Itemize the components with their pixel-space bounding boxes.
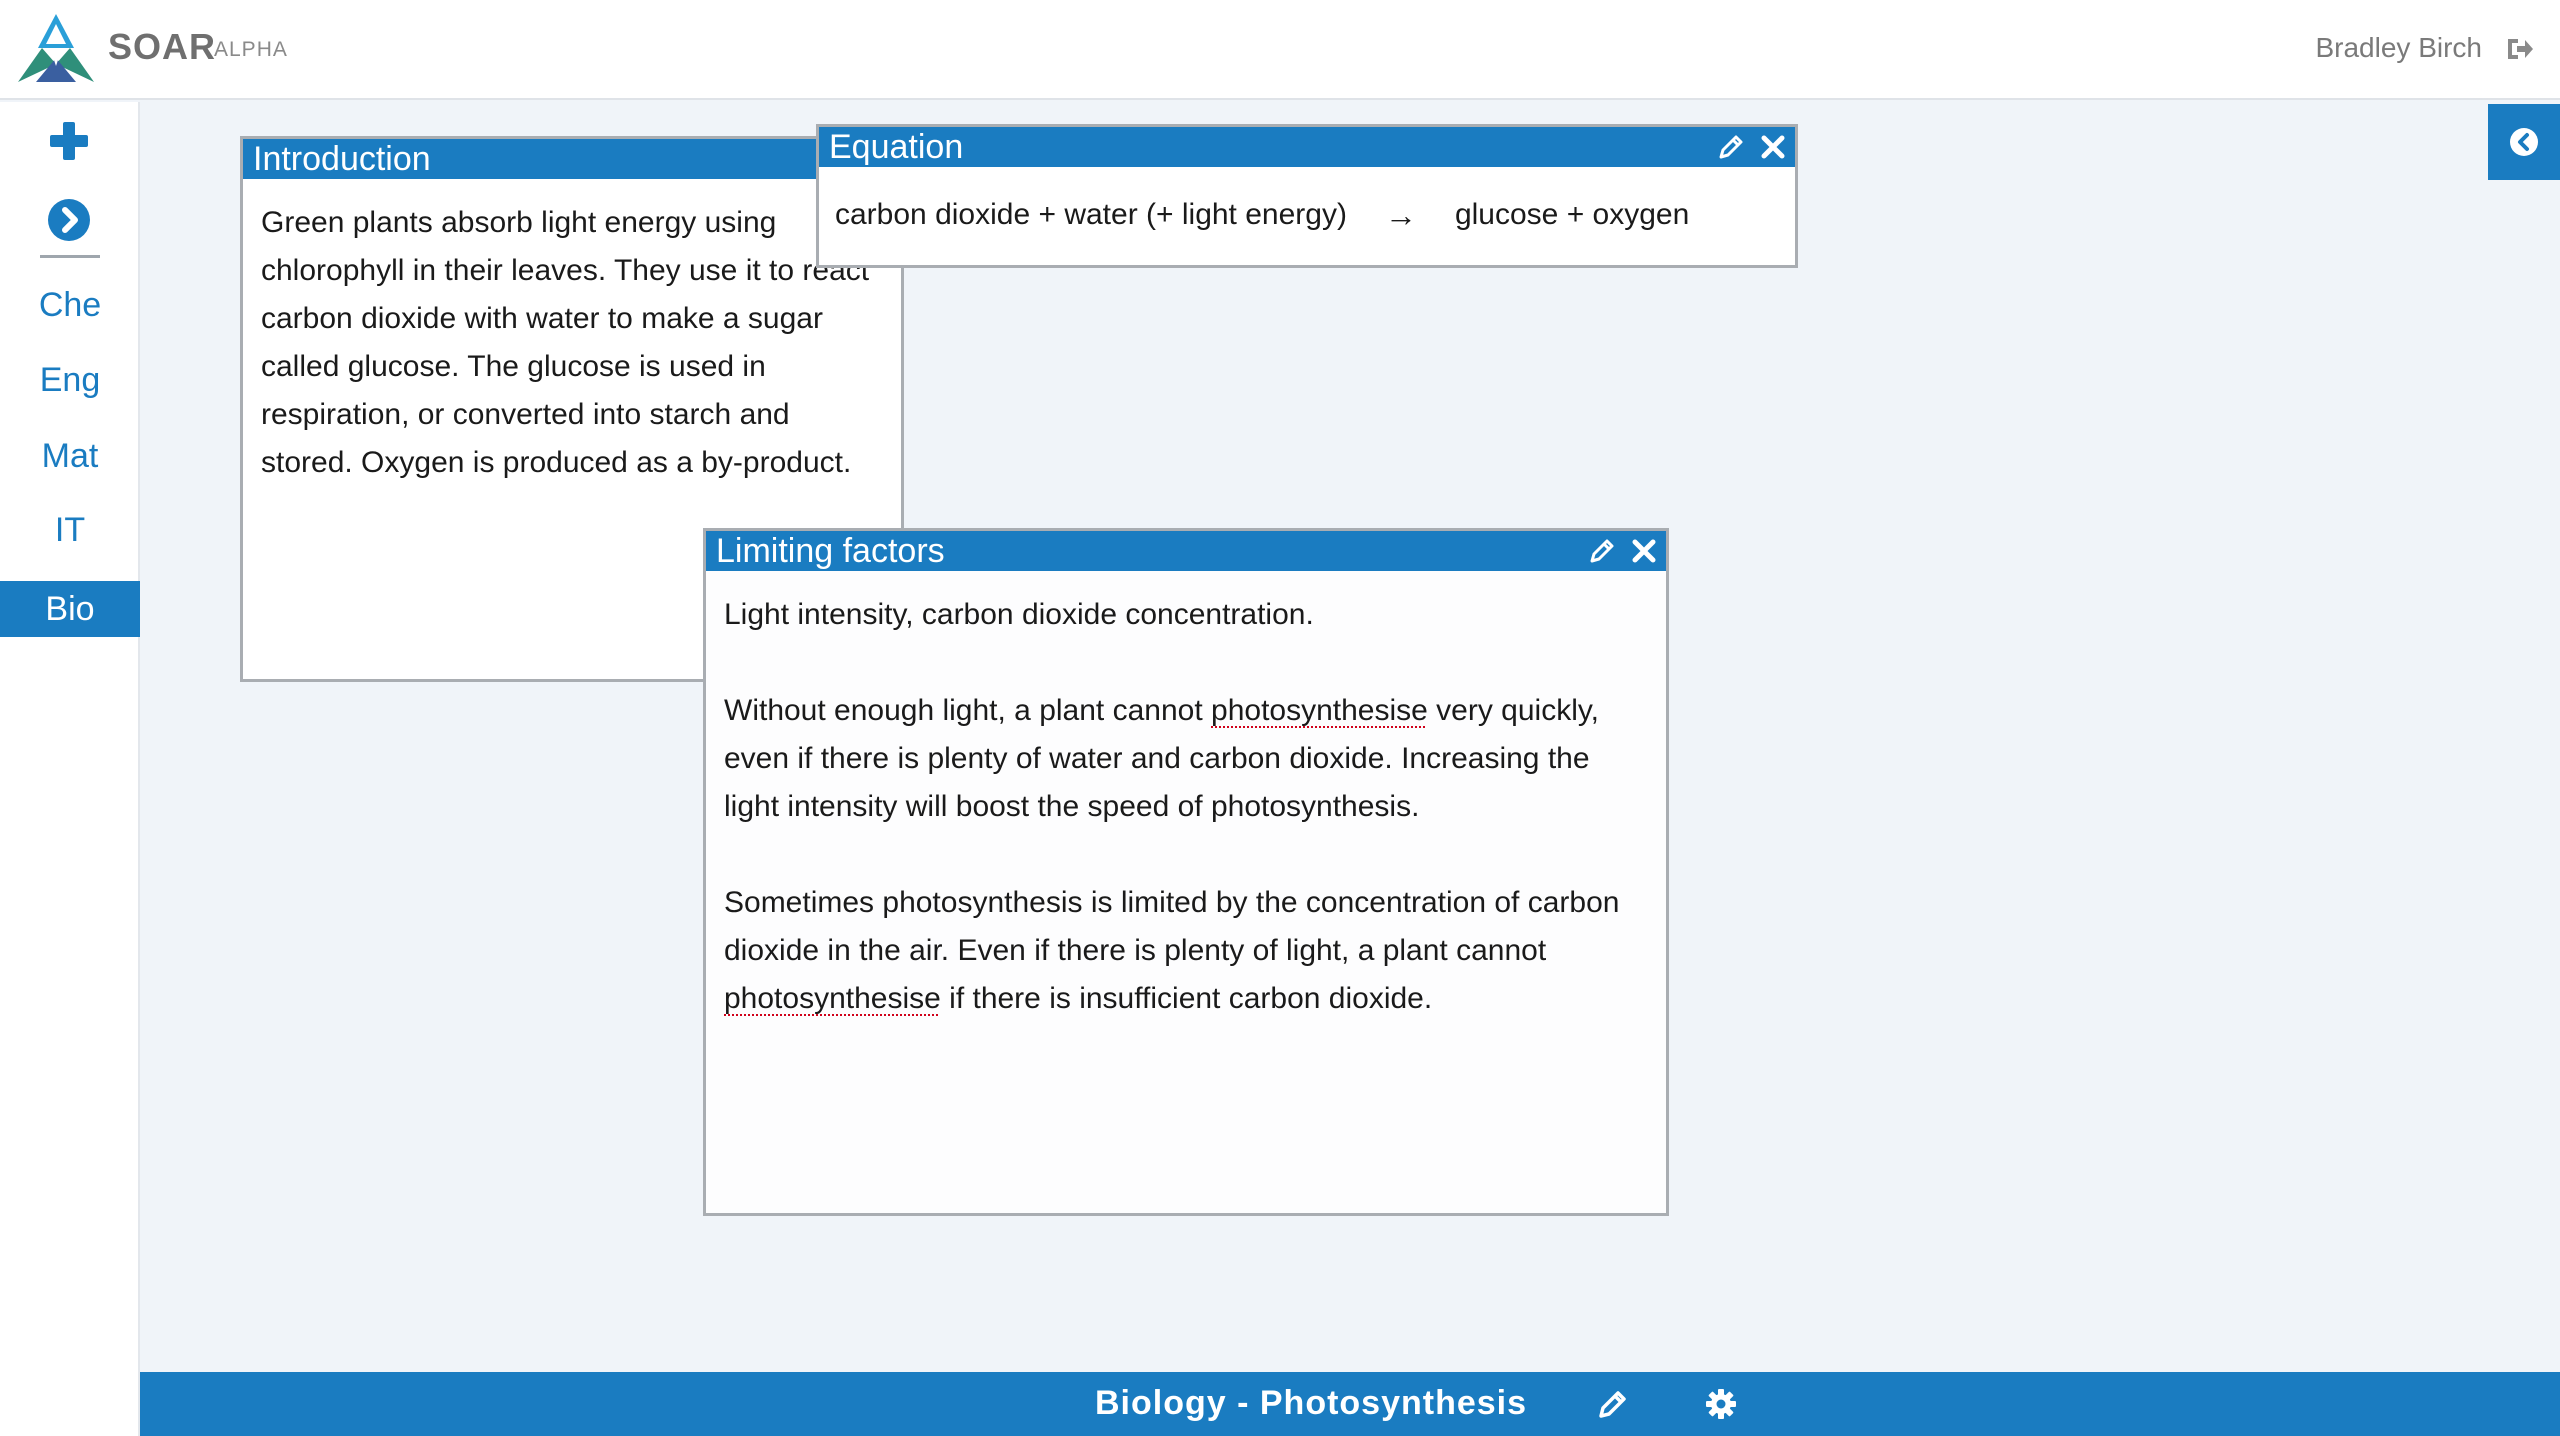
equation-arrow: → bbox=[1384, 197, 1417, 233]
card-paragraph: Sometimes photosynthesis is limited by t… bbox=[724, 886, 1620, 1015]
close-icon[interactable] bbox=[1759, 133, 1787, 161]
pencil-icon[interactable] bbox=[1717, 133, 1745, 161]
card-paragraph: Light intensity, carbon dioxide concentr… bbox=[724, 598, 1314, 631]
card-equation[interactable]: Equation carbon dioxide + water (+ light… bbox=[816, 124, 1798, 268]
sidebar-item-mat[interactable]: Mat bbox=[0, 428, 140, 484]
board-title: Biology - Photosynthesis bbox=[1095, 1384, 1528, 1422]
sidebar-item-it[interactable]: IT bbox=[0, 502, 140, 558]
sidebar: Che Eng Mat IT Bio bbox=[0, 102, 140, 1436]
sidebar-divider bbox=[40, 255, 100, 258]
logout-icon[interactable] bbox=[2506, 36, 2534, 62]
card-header[interactable]: Equation bbox=[819, 127, 1795, 167]
card-body[interactable]: carbon dioxide + water (+ light energy) … bbox=[819, 167, 1795, 239]
pencil-icon[interactable] bbox=[1588, 537, 1616, 565]
collapse-panel-button[interactable] bbox=[2488, 104, 2560, 180]
card-body[interactable]: Light intensity, carbon dioxide concentr… bbox=[706, 571, 1666, 1023]
misspelled-word[interactable]: photosynthesise bbox=[724, 982, 941, 1015]
chevron-right-circle-icon[interactable] bbox=[47, 198, 91, 242]
pencil-icon[interactable] bbox=[1597, 1388, 1629, 1420]
chevron-left-circle-icon bbox=[2510, 128, 2538, 156]
sidebar-item-bio[interactable]: Bio bbox=[0, 581, 140, 637]
card-header[interactable]: Introduction bbox=[243, 139, 901, 179]
gear-icon[interactable] bbox=[1705, 1388, 1737, 1420]
plus-icon[interactable] bbox=[48, 120, 90, 162]
card-body[interactable]: Green plants absorb light energy using c… bbox=[243, 179, 901, 487]
top-bar: SOAR ALPHA Bradley Birch bbox=[0, 0, 2560, 100]
user-name[interactable]: Bradley Birch bbox=[2315, 32, 2482, 64]
sidebar-item-che[interactable]: Che bbox=[0, 277, 140, 333]
brand-name: SOAR bbox=[108, 26, 217, 67]
equation-reactants: carbon dioxide + water (+ light energy) bbox=[835, 198, 1347, 231]
card-title: Equation bbox=[829, 128, 964, 166]
brand-subtitle: ALPHA bbox=[214, 38, 288, 61]
card-title: Limiting factors bbox=[716, 532, 945, 570]
card-text: Green plants absorb light energy using c… bbox=[261, 206, 870, 479]
card-limiting-factors[interactable]: Limiting factors Light intensity, carbon… bbox=[703, 528, 1669, 1216]
card-header[interactable]: Limiting factors bbox=[706, 531, 1666, 571]
close-icon[interactable] bbox=[1630, 537, 1658, 565]
soar-logo-icon[interactable] bbox=[16, 14, 96, 84]
card-paragraph: Without enough light, a plant cannot pho… bbox=[724, 694, 1599, 823]
sidebar-item-eng[interactable]: Eng bbox=[0, 352, 140, 408]
board-title-bar: Biology - Photosynthesis bbox=[140, 1372, 2560, 1436]
misspelled-word[interactable]: photosynthesise bbox=[1211, 694, 1428, 727]
equation-products: glucose + oxygen bbox=[1454, 198, 1690, 231]
card-title: Introduction bbox=[253, 140, 431, 178]
